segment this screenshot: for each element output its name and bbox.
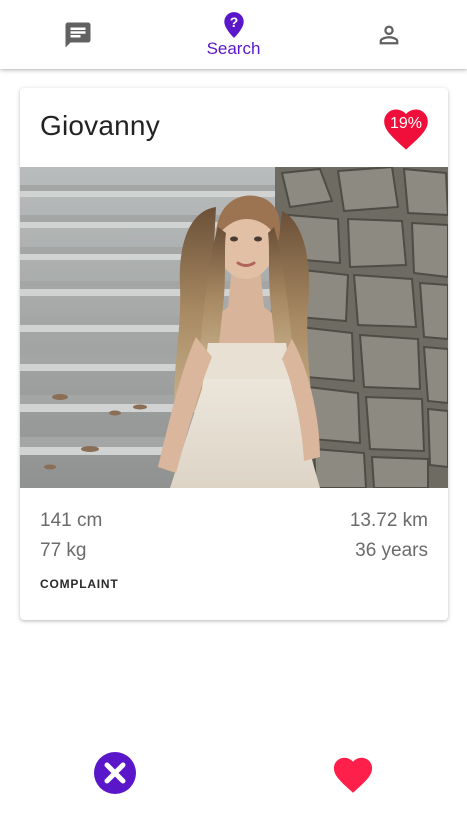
profile-name: Giovanny	[40, 110, 160, 141]
height-value: 141 cm	[40, 510, 103, 531]
person-icon	[375, 21, 403, 49]
tab-profile[interactable]	[311, 0, 467, 69]
close-icon	[94, 752, 136, 794]
profile-photo[interactable]	[20, 167, 448, 488]
dislike-button[interactable]	[91, 749, 139, 797]
complaint-button[interactable]: COMPLAINT	[40, 577, 119, 591]
chat-icon	[63, 20, 93, 50]
match-percent: 19%	[389, 115, 423, 132]
profile-card[interactable]: Giovanny 19% 141 cm 77 kg 13.72 km 36 ye…	[20, 88, 448, 620]
top-navigation: ? Search	[0, 0, 467, 69]
tab-search-label: Search	[206, 39, 261, 58]
app: ? Search Giovanny 19% 141 cm 77 kg 13.72…	[0, 0, 467, 832]
location-question-icon: ?	[221, 11, 247, 39]
match-badge: 19%	[379, 103, 433, 151]
distance-value: 13.72 km	[349, 510, 428, 531]
age-value: 36 years	[355, 540, 428, 561]
tab-search[interactable]: ? Search	[156, 0, 312, 69]
svg-text:?: ?	[229, 14, 238, 30]
weight-value: 77 kg	[40, 540, 87, 561]
like-button[interactable]	[329, 749, 377, 797]
card-header: Giovanny 19%	[20, 88, 448, 167]
heart-icon	[333, 757, 373, 793]
tab-messages[interactable]	[0, 0, 156, 69]
